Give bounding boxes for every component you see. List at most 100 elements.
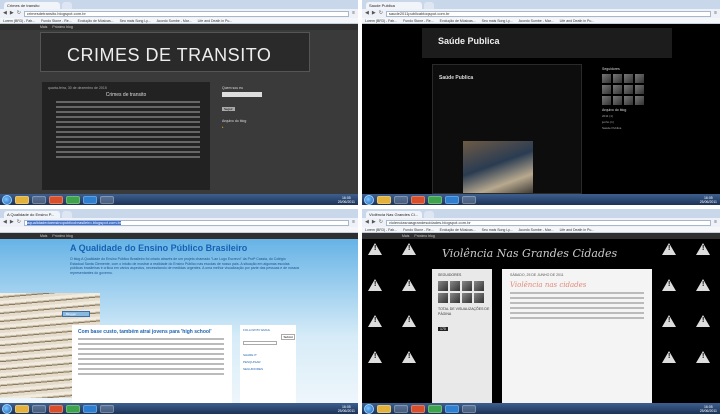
archive-post-link[interactable]: Saúde Publica — [602, 126, 672, 130]
reload-icon[interactable]: ↻ — [17, 218, 21, 227]
bookmark-item[interactable]: Fundo Stone - Re... — [403, 18, 434, 23]
follow-button[interactable]: Seguir — [222, 107, 235, 111]
bookmark-item[interactable]: Fundo Stone - Re... — [41, 18, 72, 23]
taskbar-app-icon[interactable] — [462, 404, 476, 413]
navbar-more-link[interactable]: Mais — [402, 234, 409, 238]
navbar-more-link[interactable]: Mais — [40, 25, 47, 29]
menu-icon[interactable]: ≡ — [714, 9, 717, 18]
taskbar-app-icon[interactable] — [15, 195, 29, 204]
navbar-more-link[interactable]: Mais — [40, 234, 47, 238]
post-title[interactable]: Crimes de transito — [42, 92, 210, 98]
bookmark-item[interactable]: Lorem (BR3) - Fab... — [365, 18, 397, 23]
menu-icon[interactable]: ≡ — [714, 218, 717, 227]
start-button-icon[interactable] — [2, 403, 12, 414]
taskbar-clock[interactable]: 16:05 25/06/2011 — [338, 196, 358, 204]
blogger-follow-button[interactable]: Blogger — [62, 311, 90, 317]
blog-title[interactable]: Violência Nas Grandes Cidades — [442, 247, 617, 260]
bookmark-item[interactable]: Lorem (BR3) - Fab... — [365, 227, 397, 232]
back-icon[interactable]: ◀ — [365, 218, 369, 227]
bookmark-item[interactable]: Seu mais Song Ly... — [120, 18, 151, 23]
follower-avatar[interactable] — [438, 281, 448, 291]
follower-avatar[interactable] — [438, 293, 448, 303]
back-icon[interactable]: ◀ — [3, 218, 7, 227]
address-bar[interactable]: aqualidadedoensinopublicobrasileiro.blog… — [23, 219, 350, 226]
post-title[interactable]: Com base custo, também atrai jovens para… — [78, 329, 232, 335]
address-bar[interactable]: violenciasnasgrandescidades.blogspot.com… — [385, 219, 712, 226]
taskbar-app-icon[interactable] — [377, 404, 391, 413]
sidebar-field[interactable] — [222, 92, 262, 97]
archive-month[interactable]: junho (1) — [602, 120, 672, 124]
taskbar-app-icon[interactable] — [100, 195, 114, 204]
taskbar-clock[interactable]: 16:05 25/06/2011 — [700, 196, 720, 204]
reload-icon[interactable]: ↻ — [17, 9, 21, 18]
browser-tab[interactable]: Crimes de transito — [4, 2, 60, 9]
browser-tab[interactable]: Saude Publica — [366, 2, 422, 9]
new-tab-button[interactable] — [62, 211, 72, 218]
back-icon[interactable]: ◀ — [3, 9, 7, 18]
address-bar[interactable]: saude2011publicabloqspot.com.br — [385, 10, 712, 17]
blog-title[interactable]: Saúde Publica — [438, 36, 500, 46]
follower-avatar[interactable] — [613, 74, 622, 83]
bookmark-item[interactable]: Evolução de Músicas... — [440, 18, 476, 23]
navbar-next-blog-link[interactable]: Próximo blog — [52, 234, 72, 238]
bookmark-item[interactable]: Acordo Sumbe - Mar... — [157, 18, 192, 23]
bookmark-item[interactable]: Seu mais Song Ly... — [482, 227, 513, 232]
bookmark-item[interactable]: Life and Death in Pu... — [198, 18, 233, 23]
taskbar-clock[interactable]: 16:05 25/06/2011 — [338, 405, 358, 413]
new-tab-button[interactable] — [424, 211, 434, 218]
new-tab-button[interactable] — [62, 2, 72, 9]
navbar-next-blog-link[interactable]: Próximo blog — [52, 25, 72, 29]
taskbar-app-icon[interactable] — [445, 195, 459, 204]
taskbar-app-icon[interactable] — [49, 404, 63, 413]
blog-title[interactable]: A Qualidade do Ensino Público Brasileiro — [70, 243, 247, 253]
bookmark-item[interactable]: Life and Death in Pu... — [560, 227, 595, 232]
taskbar-app-icon[interactable] — [66, 195, 80, 204]
taskbar-app-icon[interactable] — [445, 404, 459, 413]
browser-tab[interactable]: A Qualidade do Ensino P... — [4, 211, 60, 218]
start-button-icon[interactable] — [364, 194, 374, 205]
taskbar-app-icon[interactable] — [394, 404, 408, 413]
follower-avatar[interactable] — [450, 293, 460, 303]
taskbar-app-icon[interactable] — [411, 404, 425, 413]
post-title[interactable]: Saúde Publica — [439, 75, 581, 81]
bookmark-item[interactable]: Evolução de Músicas... — [78, 18, 114, 23]
follower-avatar[interactable] — [635, 85, 644, 94]
bookmark-item[interactable]: Seu mais Song Ly... — [482, 18, 513, 23]
follower-avatar[interactable] — [624, 74, 633, 83]
submit-button[interactable]: Submit — [281, 334, 295, 340]
taskbar-app-icon[interactable] — [15, 404, 29, 413]
follower-avatar[interactable] — [602, 96, 611, 105]
address-bar[interactable]: crimesdetransito.blogspot.com.br — [23, 10, 350, 17]
taskbar-app-icon[interactable] — [83, 195, 97, 204]
taskbar-app-icon[interactable] — [428, 404, 442, 413]
blog-title[interactable]: CRIMES DE TRANSITO — [67, 45, 271, 66]
menu-icon[interactable]: ≡ — [352, 218, 355, 227]
start-button-icon[interactable] — [2, 194, 12, 205]
browser-tab[interactable]: Violência Nas Grandes Ci... — [366, 211, 422, 218]
follower-avatar[interactable] — [635, 74, 644, 83]
reload-icon[interactable]: ↻ — [379, 218, 383, 227]
forward-icon[interactable]: ▶ — [10, 9, 14, 18]
follower-avatar[interactable] — [624, 85, 633, 94]
follower-avatar[interactable] — [462, 281, 472, 291]
follower-avatar[interactable] — [613, 85, 622, 94]
taskbar-app-icon[interactable] — [100, 404, 114, 413]
follower-avatar[interactable] — [602, 85, 611, 94]
taskbar-app-icon[interactable] — [428, 195, 442, 204]
taskbar-app-icon[interactable] — [377, 195, 391, 204]
taskbar-app-icon[interactable] — [66, 404, 80, 413]
start-button-icon[interactable] — [364, 403, 374, 414]
bookmark-item[interactable]: Acordo Sumbe - Mar... — [519, 18, 554, 23]
bookmark-item[interactable]: Life and Death in Pu... — [560, 18, 595, 23]
bookmark-item[interactable]: Acordo Sumbe - Mar... — [519, 227, 554, 232]
follower-avatar[interactable] — [602, 74, 611, 83]
taskbar-app-icon[interactable] — [394, 195, 408, 204]
bookmark-item[interactable]: Lorem (BR3) - Fab... — [3, 18, 35, 23]
follower-avatar[interactable] — [474, 293, 484, 303]
taskbar-app-icon[interactable] — [32, 195, 46, 204]
forward-icon[interactable]: ▶ — [10, 218, 14, 227]
follower-avatar[interactable] — [462, 293, 472, 303]
taskbar-clock[interactable]: 16:05 25/06/2011 — [700, 405, 720, 413]
bookmark-item[interactable]: Fundo Stone - Re... — [403, 227, 434, 232]
taskbar-app-icon[interactable] — [83, 404, 97, 413]
